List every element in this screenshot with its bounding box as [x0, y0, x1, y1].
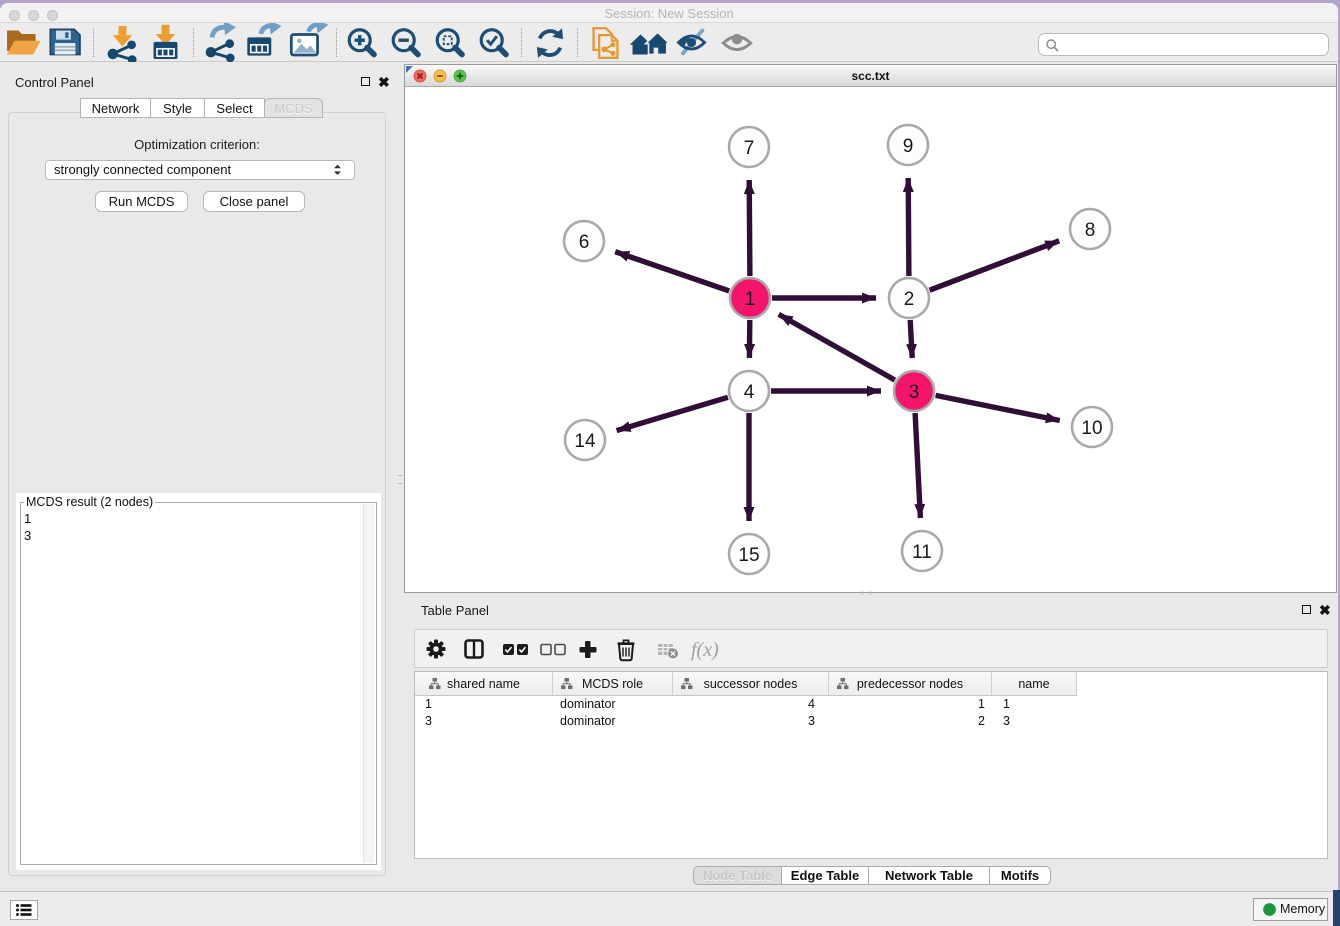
svg-text:8: 8 — [1085, 220, 1096, 241]
svg-text:6: 6 — [579, 232, 590, 253]
svg-text:2: 2 — [904, 289, 915, 310]
svg-text:1: 1 — [745, 289, 756, 310]
svg-text:15: 15 — [738, 545, 759, 566]
svg-text:7: 7 — [744, 138, 755, 159]
svg-text:4: 4 — [744, 382, 755, 403]
svg-text:14: 14 — [574, 431, 596, 452]
svg-text:9: 9 — [903, 136, 914, 157]
svg-text:f(x): f(x) — [691, 639, 719, 661]
svg-text:10: 10 — [1081, 418, 1102, 439]
svg-text:3: 3 — [909, 382, 920, 403]
svg-text:11: 11 — [912, 542, 932, 563]
